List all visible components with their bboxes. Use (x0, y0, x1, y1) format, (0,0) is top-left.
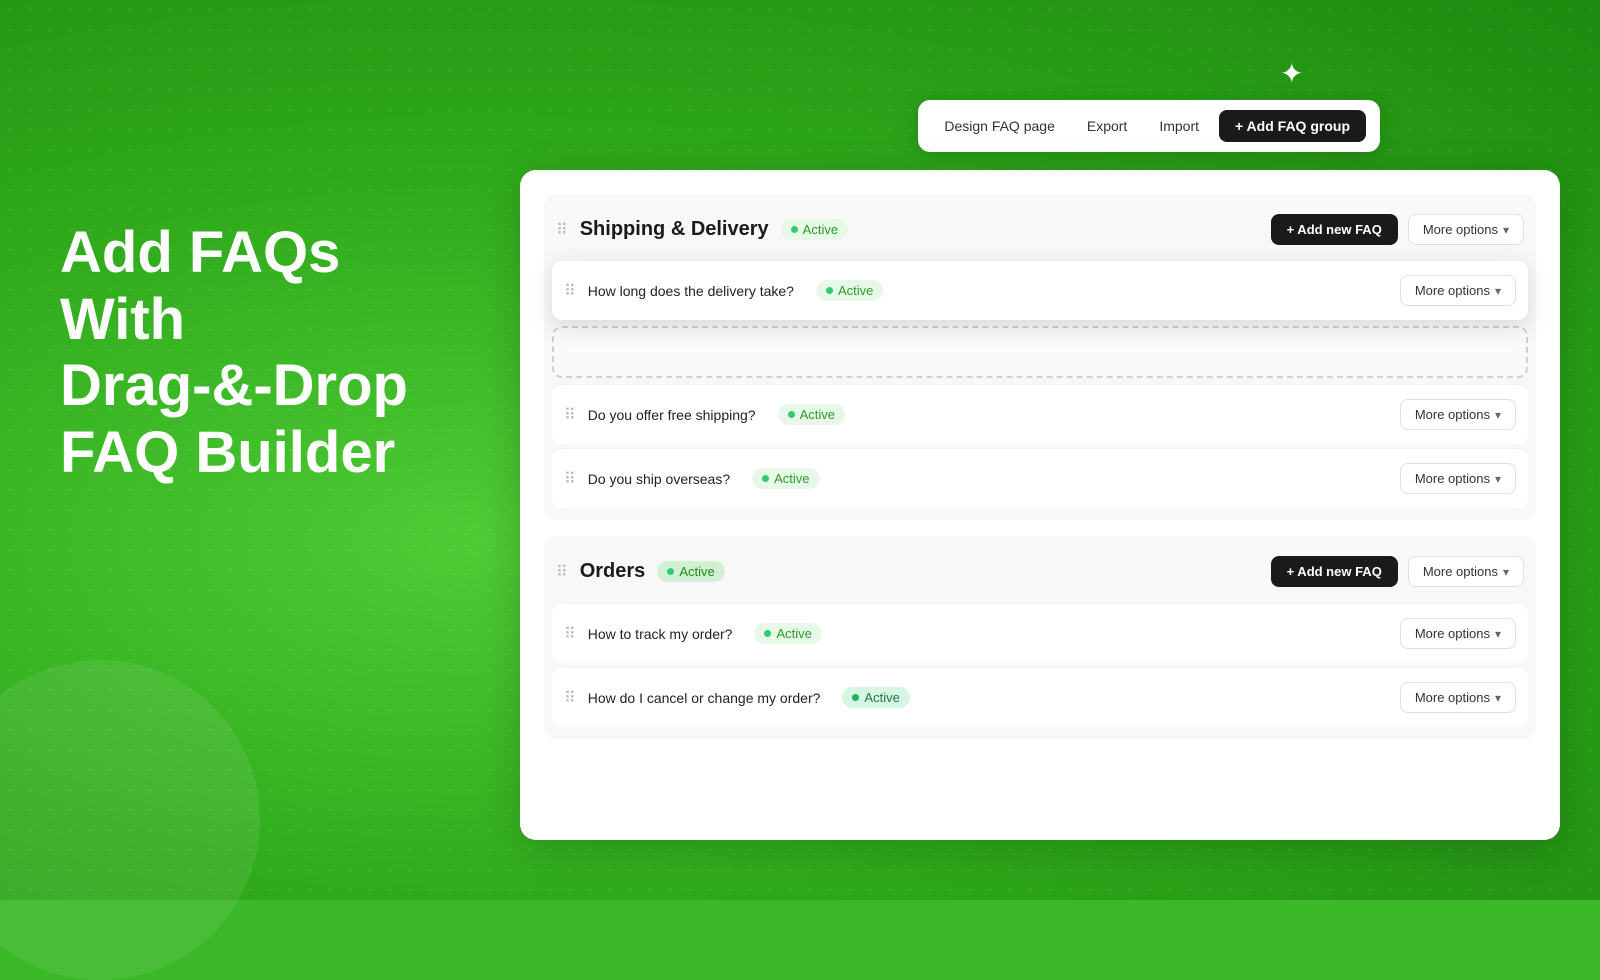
faq-actions-overseas: More options ▾ (1400, 463, 1516, 494)
group-status-shipping: Active (781, 219, 848, 240)
sparkle-icon: ✦ (1280, 60, 1310, 90)
add-new-faq-shipping-button[interactable]: + Add new FAQ (1271, 214, 1398, 245)
headline: Add FAQs With Drag-&-Drop FAQ Builder (60, 220, 408, 487)
faq-actions-cancel-order: More options ▾ (1400, 682, 1516, 713)
group-actions-shipping: + Add new FAQ More options ▾ (1271, 214, 1524, 245)
toolbar: Design FAQ page Export Import + Add FAQ … (918, 100, 1380, 152)
group-actions-orders: + Add new FAQ More options ▾ (1271, 556, 1524, 587)
drag-handle-free-shipping[interactable]: ⠿ (564, 405, 576, 425)
more-options-cancel-order-button[interactable]: More options ▾ (1400, 682, 1516, 713)
faq-actions-free-shipping: More options ▾ (1400, 399, 1516, 430)
group-header-orders: ⠿ Orders Active + Add new FAQ More optio… (544, 540, 1536, 603)
main-panel: ⠿ Shipping & Delivery Active + Add new F… (520, 170, 1560, 840)
faq-question-track-order: How to track my order? (588, 626, 733, 642)
chevron-down-icon: ▾ (1495, 408, 1501, 422)
more-options-free-shipping-button[interactable]: More options ▾ (1400, 399, 1516, 430)
faq-question-cancel-order: How do I cancel or change my order? (588, 690, 821, 706)
faq-status-cancel-order: Active (842, 687, 909, 708)
group-title-shipping: Shipping & Delivery (580, 218, 769, 241)
faq-question-free-shipping: Do you offer free shipping? (588, 407, 756, 423)
drag-handle-orders[interactable]: ⠿ (556, 562, 568, 582)
chevron-down-icon: ▾ (1503, 223, 1509, 237)
more-options-shipping-button[interactable]: More options ▾ (1408, 214, 1524, 245)
group-title-orders: Orders (580, 560, 646, 583)
import-button[interactable]: Import (1147, 112, 1211, 140)
faq-status-track-order: Active (754, 623, 821, 644)
faq-group-shipping: ⠿ Shipping & Delivery Active + Add new F… (544, 194, 1536, 520)
faq-group-orders: ⠿ Orders Active + Add new FAQ More optio… (544, 536, 1536, 739)
design-faq-page-button[interactable]: Design FAQ page (932, 112, 1067, 140)
drag-handle-shipping[interactable]: ⠿ (556, 220, 568, 240)
add-faq-group-button[interactable]: + Add FAQ group (1219, 110, 1366, 142)
group-items-orders: ⠿ How to track my order? Active More opt… (544, 603, 1536, 735)
chevron-down-icon: ▾ (1495, 284, 1501, 298)
faq-question-overseas: Do you ship overseas? (588, 471, 730, 487)
faq-status-overseas: Active (752, 468, 819, 489)
add-new-faq-orders-button[interactable]: + Add new FAQ (1271, 556, 1398, 587)
faq-actions-delivery-time: More options ▾ (1400, 275, 1516, 306)
group-status-orders: Active (657, 561, 724, 582)
faq-item-track-order: ⠿ How to track my order? Active More opt… (552, 603, 1528, 663)
status-dot-orders (667, 568, 674, 575)
faq-item-free-shipping: ⠿ Do you offer free shipping? Active Mor… (552, 384, 1528, 444)
chevron-down-icon: ▾ (1495, 691, 1501, 705)
status-dot-shipping (791, 226, 798, 233)
faq-actions-track-order: More options ▾ (1400, 618, 1516, 649)
chevron-down-icon: ▾ (1495, 627, 1501, 641)
more-options-orders-button[interactable]: More options ▾ (1408, 556, 1524, 587)
faq-item-delivery-time: ⠿ How long does the delivery take? Activ… (552, 261, 1528, 320)
chevron-down-icon: ▾ (1503, 565, 1509, 579)
drop-placeholder (552, 326, 1528, 378)
drag-handle-delivery[interactable]: ⠿ (564, 281, 576, 301)
export-button[interactable]: Export (1075, 112, 1139, 140)
group-header-shipping: ⠿ Shipping & Delivery Active + Add new F… (544, 198, 1536, 261)
more-options-delivery-button[interactable]: More options ▾ (1400, 275, 1516, 306)
faq-status-free-shipping: Active (778, 404, 845, 425)
drag-handle-overseas[interactable]: ⠿ (564, 469, 576, 489)
faq-item-cancel-order: ⠿ How do I cancel or change my order? Ac… (552, 667, 1528, 727)
more-options-overseas-button[interactable]: More options ▾ (1400, 463, 1516, 494)
faq-status-delivery-time: Active (816, 280, 883, 301)
faq-question-delivery-time: How long does the delivery take? (588, 283, 794, 299)
drag-handle-cancel-order[interactable]: ⠿ (564, 688, 576, 708)
more-options-track-order-button[interactable]: More options ▾ (1400, 618, 1516, 649)
group-items-shipping: ⠿ How long does the delivery take? Activ… (544, 261, 1536, 516)
faq-item-overseas: ⠿ Do you ship overseas? Active More opti… (552, 448, 1528, 508)
chevron-down-icon: ▾ (1495, 472, 1501, 486)
drag-handle-track-order[interactable]: ⠿ (564, 624, 576, 644)
